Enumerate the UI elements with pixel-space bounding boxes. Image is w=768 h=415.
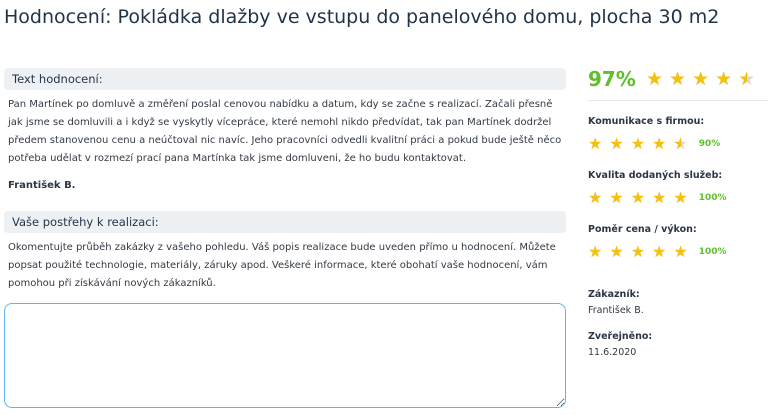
star-icon: ★ ★	[646, 67, 664, 90]
criterion-label: Poměr cena / výkon:	[588, 224, 697, 235]
star-half-icon: ★★	[673, 134, 688, 153]
observations-instructions: Okomentujte průběh zakázky z vašeho pohl…	[8, 242, 556, 289]
rating-summary: 97% ★★★★★★★★★★ Komunikace s firmou: ★★★★…	[588, 64, 768, 358]
star-icon: ★ ★	[609, 242, 624, 261]
criterion-label: Komunikace s firmou:	[588, 116, 705, 127]
overall-percent: 97%	[588, 67, 636, 91]
criterion-stars: ★ ★ ★ ★ ★ ★ ★ ★ ★ ★	[588, 136, 695, 152]
criterion-percent: 100%	[698, 193, 727, 203]
customer-name: František B.	[588, 305, 644, 316]
observations-textarea[interactable]	[4, 303, 566, 408]
criterion-stars: ★ ★ ★ ★ ★ ★ ★ ★ ★ ★	[588, 190, 695, 206]
star-icon: ★ ★	[652, 134, 667, 153]
star-icon: ★ ★	[630, 242, 646, 261]
review-text: Pan Martínek po domluvě a změření poslal…	[8, 99, 562, 164]
star-half-icon: ★★	[738, 67, 756, 90]
published-label: Zveřejněno:	[588, 331, 653, 342]
star-icon: ★ ★	[652, 242, 667, 261]
review-author: František B.	[8, 180, 76, 191]
star-icon: ★ ★	[673, 242, 688, 261]
divider	[588, 100, 768, 101]
overall-score: 97% ★★★★★★★★★★	[588, 64, 766, 94]
star-icon: ★ ★	[588, 134, 603, 153]
customer-info: Zákazník: František B.	[588, 289, 766, 316]
criterion-price-performance: Poměr cena / výkon: ★ ★ ★ ★ ★ ★ ★ ★ ★ ★ 100%	[588, 224, 766, 263]
criterion-stars: ★ ★ ★ ★ ★ ★ ★ ★ ★ ★	[588, 244, 695, 260]
page-title: Hodnocení: Pokládka dlažby ve vstupu do …	[4, 6, 720, 28]
star-icon: ★ ★	[630, 134, 646, 153]
published-date: 11.6.2020	[588, 347, 637, 358]
observations-heading: Vaše postřehy k realizaci:	[4, 211, 566, 233]
star-icon: ★ ★	[692, 67, 710, 90]
star-icon: ★ ★	[669, 67, 687, 90]
criterion-percent: 100%	[698, 247, 727, 257]
overall-stars: ★★★★★★★★★★	[646, 67, 761, 90]
star-icon: ★ ★	[588, 242, 603, 261]
star-icon: ★ ★	[588, 188, 603, 207]
criterion-label: Kvalita dodaných služeb:	[588, 170, 723, 181]
criterion-quality: Kvalita dodaných služeb: ★ ★ ★ ★ ★ ★ ★ ★ ★ ★ 100%	[588, 170, 766, 209]
criterion-communication: Komunikace s firmou: ★ ★ ★ ★ ★ ★ ★ ★ ★ ★ 90%	[588, 116, 766, 155]
criterion-percent: 90%	[698, 139, 721, 149]
star-icon: ★ ★	[630, 188, 646, 207]
customer-label: Zákazník:	[588, 289, 640, 300]
star-icon: ★ ★	[673, 188, 688, 207]
star-icon: ★ ★	[609, 188, 624, 207]
star-icon: ★ ★	[652, 188, 667, 207]
star-icon: ★ ★	[609, 134, 624, 153]
published-info: Zveřejněno: 11.6.2020	[588, 331, 766, 358]
review-heading: Text hodnocení:	[4, 68, 566, 90]
star-icon: ★ ★	[715, 67, 733, 90]
review-column: Text hodnocení: Pan Martínek po domluvě …	[4, 68, 566, 408]
